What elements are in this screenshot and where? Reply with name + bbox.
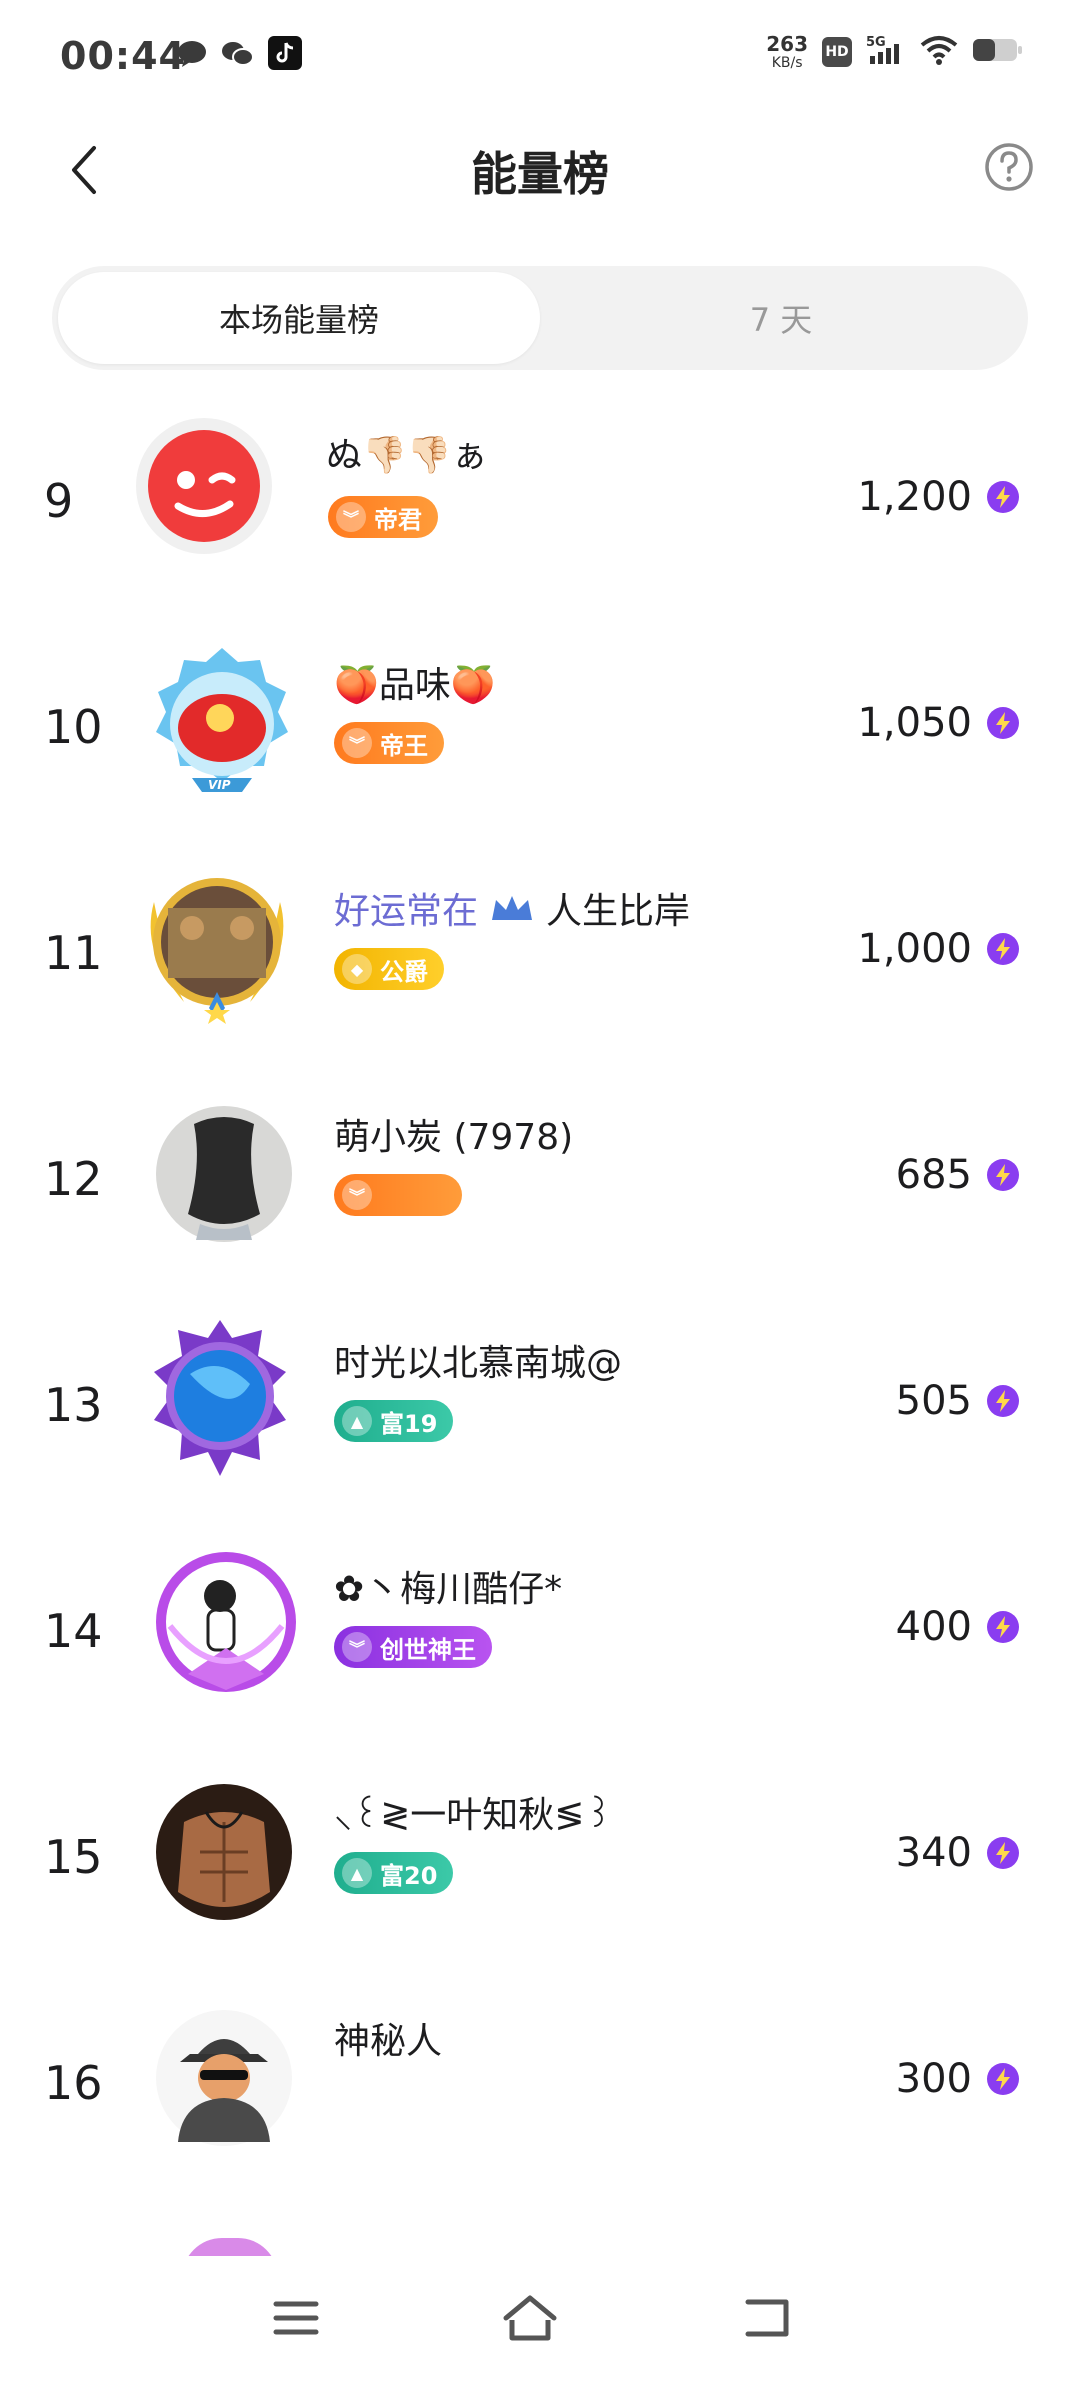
wechat-icon [220, 40, 254, 72]
crown-icon [488, 892, 536, 935]
user-name: ⸜꒰≷一叶知秋≶꒱ [334, 1795, 613, 1836]
status-badge: ︾ 帝王 [334, 722, 444, 764]
list-item[interactable]: 16 神秘人 300 [0, 1990, 1080, 2220]
triangle-rank-icon: ▲ [342, 1858, 372, 1888]
list-item[interactable]: 12 萌小炭 (7978) ︾ 685 [0, 1086, 1080, 1316]
user-name: ✿丶梅川酷仔* [334, 1569, 563, 1610]
system-nav-bar [0, 2248, 1080, 2388]
list-item[interactable]: 11 好运常在 人生比岸 ◆ 公爵 1,000 [0, 860, 1080, 1090]
chevron-rank-icon: ︾ [342, 1632, 372, 1662]
help-button[interactable] [980, 138, 1038, 196]
avatar[interactable] [154, 2008, 304, 2158]
list-item[interactable]: 9 ぬ👎🏻👎🏻ぁ ︾ 帝君 1,200 [0, 408, 1080, 638]
avatar[interactable] [148, 1546, 298, 1696]
hd-icon: HD [822, 37, 852, 67]
avatar[interactable] [154, 1782, 304, 1932]
lightning-icon [987, 481, 1019, 513]
triangle-rank-icon: ▲ [342, 1406, 372, 1436]
message-icon [176, 40, 208, 72]
rank-number: 15 [44, 1830, 103, 1884]
user-name: 好运常在 人生比岸 [334, 882, 690, 935]
svg-text:VIP: VIP [208, 778, 231, 792]
tab-bar: 本场能量榜 7 天 [52, 266, 1028, 370]
chevron-rank-icon: ︾ [342, 728, 372, 758]
tiktok-icon [268, 36, 302, 74]
back-nav-button[interactable] [728, 2288, 808, 2348]
user-title-tag: 好运常在 [334, 891, 479, 932]
rank-number: 14 [44, 1604, 103, 1658]
diamond-rank-icon: ◆ [342, 954, 372, 984]
status-bar: 00:44 263 KB/s HD 5G [0, 0, 1080, 118]
lightning-icon [987, 1837, 1019, 1869]
energy-score: 685 [896, 1152, 1020, 1198]
rank-number: 11 [44, 926, 103, 980]
chevron-rank-icon: ︾ [342, 1180, 372, 1210]
energy-score: 1,000 [857, 926, 1020, 972]
question-icon [985, 143, 1033, 191]
header: 能量榜 [0, 118, 1080, 288]
status-badge: ︾ [334, 1174, 462, 1216]
battery-icon [972, 37, 1024, 67]
energy-score: 1,200 [857, 474, 1020, 520]
status-badge: ︾ 帝君 [328, 496, 438, 538]
avatar[interactable] [134, 862, 284, 1024]
lightning-icon [987, 2063, 1019, 2095]
return-icon [745, 2299, 789, 2337]
lightning-icon [987, 1611, 1019, 1643]
user-name: 时光以北慕南城@ [334, 1343, 623, 1384]
energy-score: 505 [896, 1378, 1020, 1424]
avatar[interactable]: VIP [142, 644, 292, 794]
user-name: 🍑品味🍑 [334, 665, 496, 706]
avatar[interactable] [138, 1316, 288, 1476]
user-name: 萌小炭 (7978) [334, 1117, 574, 1158]
lightning-icon [987, 933, 1019, 965]
list-item[interactable]: 13 时光以北慕南城@ ▲ 富19 505 [0, 1312, 1080, 1542]
menu-button[interactable] [256, 2288, 336, 2348]
user-name: ぬ👎🏻👎🏻ぁ [326, 435, 488, 476]
rank-number: 12 [44, 1152, 103, 1206]
status-indicators: 263 KB/s HD 5G [766, 34, 1024, 70]
lightning-icon [987, 707, 1019, 739]
menu-icon [273, 2301, 319, 2335]
rank-number: 10 [44, 700, 103, 754]
status-badge: ▲ 富19 [334, 1400, 454, 1442]
energy-score: 1,050 [857, 700, 1020, 746]
tab-7-days[interactable]: 7 天 [540, 272, 1022, 364]
avatar[interactable] [134, 416, 284, 566]
net-speed: 263 KB/s [766, 32, 808, 71]
list-item[interactable]: 10 VIP 🍑品味🍑 ︾ 帝王 1,050 [0, 634, 1080, 864]
list-item[interactable]: 14 ✿丶梅川酷仔* ︾ 创世神王 400 [0, 1538, 1080, 1768]
wifi-icon [920, 35, 958, 69]
list-item[interactable]: 15 ⸜꒰≷一叶知秋≶꒱ ▲ 富20 340 [0, 1764, 1080, 1994]
status-badge: ◆ 公爵 [334, 948, 444, 990]
rank-number: 13 [44, 1378, 103, 1432]
lightning-icon [987, 1385, 1019, 1417]
avatar[interactable] [154, 1104, 304, 1254]
svg-text:5G: 5G [866, 35, 886, 50]
status-badge: ︾ 创世神王 [334, 1626, 492, 1668]
tab-current-session[interactable]: 本场能量榜 [58, 272, 540, 364]
rank-number: 9 [44, 474, 74, 528]
home-button[interactable] [490, 2288, 570, 2348]
home-icon [503, 2295, 557, 2341]
chevron-rank-icon: ︾ [336, 502, 366, 532]
lightning-icon [987, 1159, 1019, 1191]
user-name: 神秘人 [334, 2021, 443, 2062]
energy-score: 400 [896, 1604, 1020, 1650]
rank-number: 16 [44, 2056, 103, 2110]
status-time: 00:44 [60, 34, 186, 78]
status-badge: ▲ 富20 [334, 1852, 454, 1894]
energy-score: 340 [896, 1830, 1020, 1876]
energy-score: 300 [896, 2056, 1020, 2102]
page-title: 能量榜 [471, 147, 609, 201]
signal-5g-icon: 5G [866, 34, 906, 70]
